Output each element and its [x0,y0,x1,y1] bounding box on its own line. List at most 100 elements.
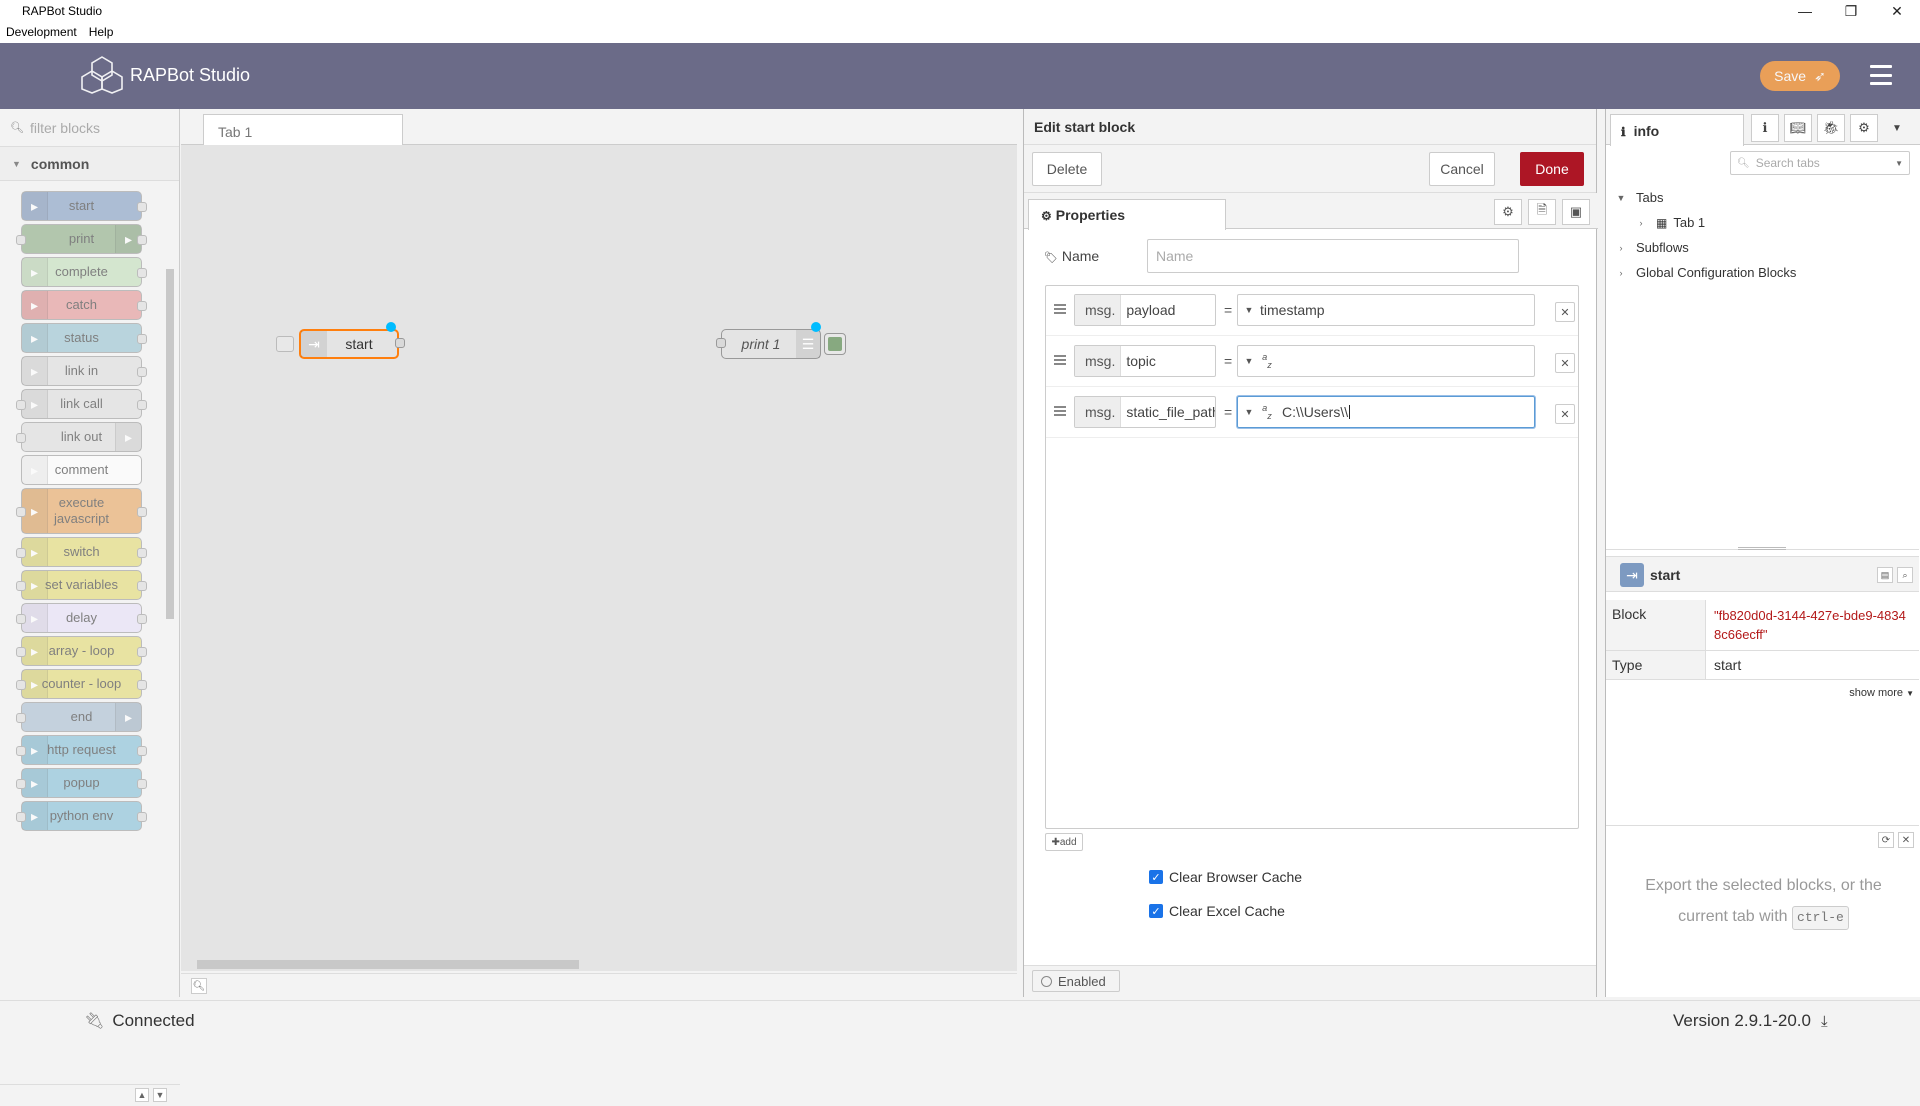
search-icon[interactable]: ⌕ [1897,567,1913,583]
search-tabs-input[interactable]: 🔍︎ Search tabs ▼ [1730,151,1910,175]
palette-node-python-env[interactable]: ▸ python env [16,801,147,831]
close-icon[interactable]: ✕ [1898,832,1914,848]
book-icon[interactable]: 📖︎ [1784,114,1812,142]
palette-node-label: start [68,198,95,213]
chevron-right-icon[interactable]: › [1614,268,1628,278]
search-icon[interactable]: 🔍︎ [191,978,207,994]
main-menu-icon[interactable] [1870,65,1892,85]
chevron-down-icon[interactable]: ▼ [1614,193,1628,203]
palette-node-delay[interactable]: ▸ delay [16,603,147,633]
node-toggle-button[interactable] [824,333,846,355]
palette-node-label: http request [47,742,116,757]
palette-node-complete[interactable]: ▸ complete [21,257,147,287]
input-port [16,779,26,789]
tree-item-global-configuration-blocks[interactable]: › Global Configuration Blocks [1606,260,1919,285]
caret-down-icon[interactable]: ▼ [1238,305,1256,315]
save-button[interactable]: Save ➶ [1760,61,1840,91]
palette-node-array-loop[interactable]: ▸ array - loop [16,636,147,666]
property-key-field[interactable]: msg. static_file_path [1074,396,1216,428]
bug-icon[interactable]: 🐞︎ [1817,114,1845,142]
delete-button[interactable]: Delete [1032,152,1102,186]
description-tab-icon[interactable]: 🗎 [1528,199,1556,225]
canvas-hscrollbar[interactable] [181,957,1017,971]
info-tab-label: info [1633,123,1660,139]
property-value-field[interactable]: ▼ az C:\\Users\\ [1237,396,1535,428]
palette-node-link-in[interactable]: ▸ link in [21,356,147,386]
palette-node-link-call[interactable]: ▸ link call [16,389,147,419]
properties-tab-label: Properties [1055,207,1126,223]
checkbox-checked-icon: ✓ [1149,904,1163,918]
node-input-port[interactable] [716,338,726,348]
cancel-button[interactable]: Cancel [1429,152,1495,186]
caret-down-icon[interactable]: ▼ [1238,407,1256,417]
clear-excel-cache-checkbox[interactable]: ✓ Clear Excel Cache [1149,901,1285,921]
palette-node-execute-javascript[interactable]: ▸ execute javascript [16,488,147,534]
collapse-up-icon[interactable]: ▲ [135,1088,149,1102]
node-output-port[interactable] [395,338,405,348]
collapse-down-icon[interactable]: ▼ [153,1088,167,1102]
palette-category-common[interactable]: ▼ common [0,147,179,181]
palette-node-link-out[interactable]: ▸ link out [16,422,142,452]
tree-item-tabs[interactable]: ▼ Tabs [1606,185,1919,210]
input-port [16,581,26,591]
palette-node-end[interactable]: ▸ end [16,702,142,732]
remove-row-button[interactable]: ✕ [1555,302,1575,322]
tree-item-tab-1[interactable]: › ▦ Tab 1 [1606,210,1919,235]
drag-handle-icon[interactable] [1054,304,1066,314]
tab-info[interactable]: ℹ info [1610,114,1744,146]
done-button[interactable]: Done [1520,152,1584,186]
name-field[interactable]: Name [1147,239,1519,273]
clear-browser-cache-checkbox[interactable]: ✓ Clear Browser Cache [1149,867,1302,887]
property-value-field[interactable]: ▼ timestamp [1237,294,1535,326]
show-more-link[interactable]: show more ▼ [1849,687,1914,699]
tab-1[interactable]: Tab 1 [203,114,403,146]
chevron-down-icon[interactable]: ▼ [1883,114,1911,142]
canvas-node-start[interactable]: ⇥ start [299,329,399,359]
chevron-right-icon[interactable]: › [1614,243,1628,253]
palette-node-start[interactable]: ▸ start [21,191,147,221]
string-type-icon: az [1262,403,1272,421]
drag-handle-icon[interactable] [1054,406,1066,416]
palette-node-status[interactable]: ▸ status [21,323,147,353]
palette-node-comment[interactable]: ▸ comment [21,455,142,485]
window-title: RAPBot Studio [22,4,103,18]
tab-properties[interactable]: ⚙ Properties [1028,199,1226,230]
canvas-node-print-1[interactable]: print 1 ☰ [721,329,821,359]
drag-handle-icon[interactable] [1054,355,1066,365]
remove-row-button[interactable]: ✕ [1555,404,1575,424]
palette-filter-input[interactable]: 🔍︎ filter blocks [0,109,179,147]
info-key: Block [1606,600,1706,650]
palette-node-counter-loop[interactable]: ▸ counter - loop [16,669,147,699]
palette-node-catch[interactable]: ▸ catch [21,290,147,320]
palette-node-set-variables[interactable]: ▸ set variables [16,570,147,600]
remove-row-button[interactable]: ✕ [1555,353,1575,373]
settings-tab-icon[interactable]: ⚙ [1494,199,1522,225]
palette-node-http-request[interactable]: ▸ http request [16,735,147,765]
info-icon[interactable]: ℹ [1751,114,1779,142]
appearance-tab-icon[interactable]: ▣ [1562,199,1590,225]
tree-item-subflows[interactable]: › Subflows [1606,235,1919,260]
chevron-right-icon[interactable]: › [1634,218,1648,228]
palette-node-switch[interactable]: ▸ switch [16,537,147,567]
palette-node-popup[interactable]: ▸ popup [16,768,147,798]
refresh-icon[interactable]: ⟳ [1878,832,1894,848]
flow-canvas[interactable]: ⇥ start print 1 ☰ [181,145,1017,957]
add-property-button[interactable]: ✚ add [1045,833,1083,851]
property-key-field[interactable]: msg. payload [1074,294,1216,326]
enabled-toggle[interactable]: Enabled [1032,970,1120,992]
minimize-button[interactable]: — [1782,0,1828,22]
restore-button[interactable]: ❐ [1828,0,1874,22]
menu-development[interactable]: Development [0,22,83,43]
caret-down-icon[interactable]: ▼ [1238,356,1256,366]
palette-node-print[interactable]: ▸ print [16,224,147,254]
book-icon[interactable]: ▤ [1877,567,1893,583]
palette-scrollbar[interactable] [165,257,175,1077]
download-icon[interactable]: ⤓ [1821,1013,1828,1030]
property-value-field[interactable]: ▼ az [1237,345,1535,377]
property-key-field[interactable]: msg. topic [1074,345,1216,377]
gear-icon[interactable]: ⚙ [1850,114,1878,142]
output-port [137,548,147,558]
node-changed-dot [811,322,821,332]
close-window-button[interactable]: ✕ [1874,0,1920,22]
menu-help[interactable]: Help [83,22,120,43]
